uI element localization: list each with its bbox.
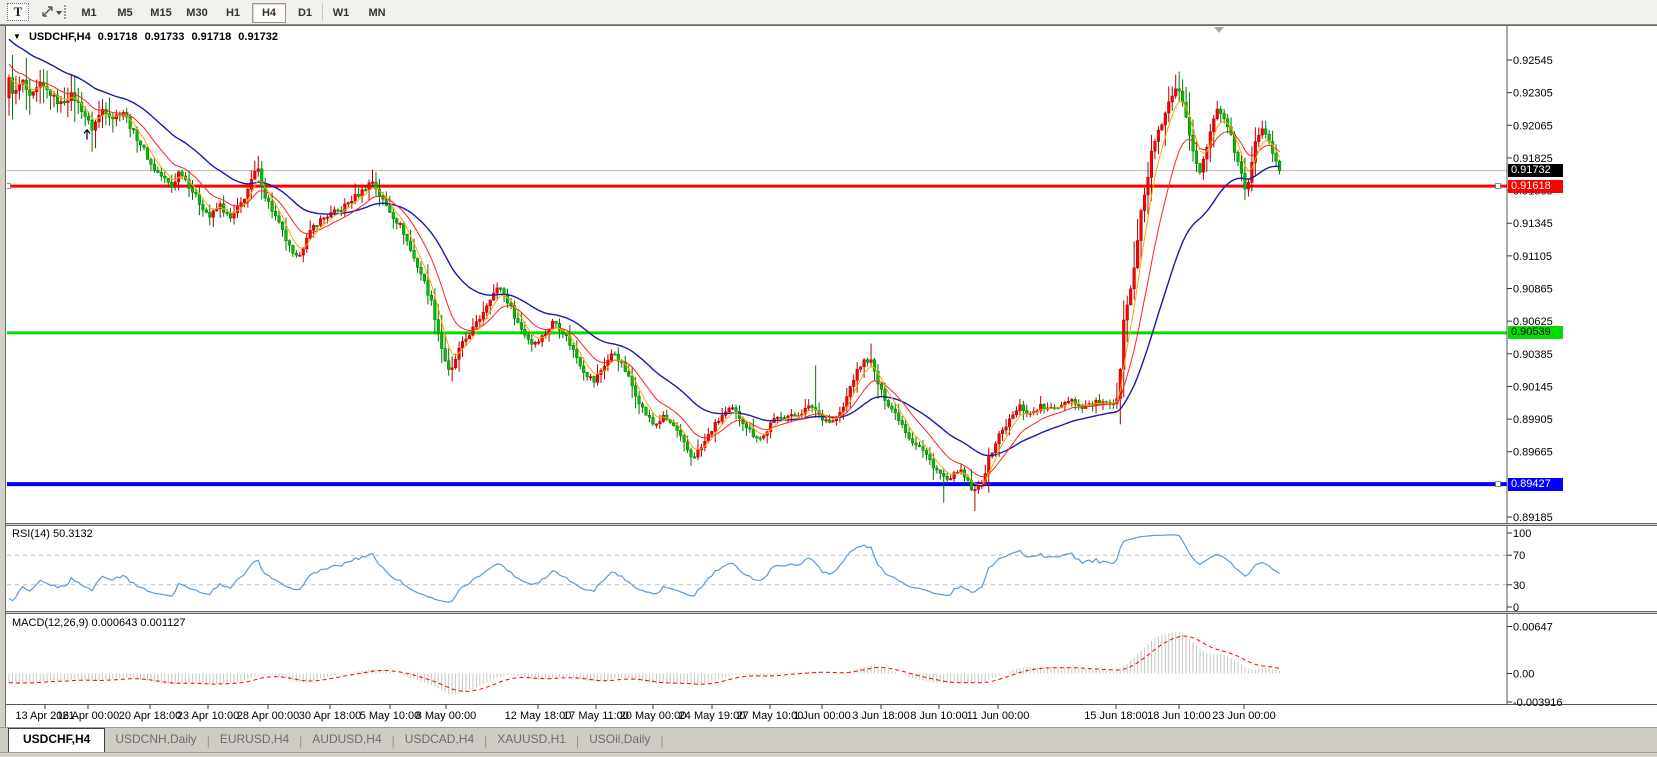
time-tick-label: 28 Apr 00:00	[237, 710, 299, 722]
low-support-price-axis-box: 0.89427	[1508, 478, 1563, 491]
timeframe-button-h4[interactable]: H4	[252, 3, 286, 23]
macd-histogram	[9, 632, 1280, 694]
toolbar-separator	[322, 3, 323, 21]
macd-tick-label: 0.00	[1513, 669, 1534, 681]
time-tick-label: 30 Apr 18:00	[299, 710, 361, 722]
chart-canvas[interactable]: 0.925450.923050.920650.918250.915850.913…	[0, 0, 1657, 757]
timeframe-button-w1[interactable]: W1	[324, 3, 358, 23]
time-tick-label: 20 May 00:00	[620, 710, 687, 722]
macd-pane-label: MACD(12,26,9) 0.000643 0.001127	[12, 617, 185, 629]
trading-terminal: { "toolbar": { "text_tool": "T", "timefr…	[0, 0, 1657, 757]
price-axis-labels: 0.925450.923050.920650.918250.915850.913…	[1507, 55, 1553, 524]
timeframe-button-h1[interactable]: H1	[216, 3, 250, 23]
ohlc-open: 0.91718	[98, 31, 138, 43]
top-toolbar: T M1M5M15M30H1H4D1W1MN	[0, 0, 1657, 25]
price-tick-label: 0.90145	[1513, 381, 1553, 393]
price-tick-label: 0.90865	[1513, 284, 1553, 296]
tab-usdcad-h4[interactable]: USDCAD,H4	[395, 728, 484, 752]
timeframe-button-m15[interactable]: M15	[144, 3, 178, 23]
time-tick-label: 8 May 00:00	[416, 710, 477, 722]
line-handle[interactable]	[6, 184, 11, 189]
ohlc-high: 0.91733	[145, 31, 185, 43]
time-axis-labels: 13 Apr 202116 Apr 00:0020 Apr 18:0023 Ap…	[15, 705, 1275, 722]
up-arrow-marker[interactable]	[84, 130, 90, 140]
rsi-tick-label: 100	[1513, 528, 1531, 540]
time-tick-label: 23 Apr 10:00	[177, 710, 239, 722]
macd-tick-label: 0.00647	[1513, 622, 1553, 634]
line-handle[interactable]	[1496, 184, 1501, 189]
time-tick-label: 15 Jun 18:00	[1084, 710, 1148, 722]
time-tick-label: 11 Jun 00:00	[967, 710, 1030, 722]
time-tick-label: 1 Jun 00:00	[793, 710, 851, 722]
price-tick-label: 0.90385	[1513, 349, 1553, 361]
rsi-tick-label: 30	[1513, 580, 1525, 592]
tab-usdchf-h4[interactable]: USDCHF,H4	[8, 728, 105, 752]
tab-usdcnh-daily[interactable]: USDCNH,Daily	[105, 728, 206, 752]
time-tick-label: 5 May 10:00	[360, 710, 421, 722]
timeframe-button-d1[interactable]: D1	[288, 3, 322, 23]
timeframe-button-m1[interactable]: M1	[72, 3, 106, 23]
price-tick-label: 0.89665	[1513, 447, 1553, 459]
time-tick-label: 23 Jun 00:00	[1212, 710, 1276, 722]
main-price-panel	[6, 39, 1508, 511]
symbol-collapse-icon[interactable]: ▼	[13, 32, 21, 41]
ma-fast-line	[9, 75, 1280, 485]
tab-divider: |	[660, 734, 663, 752]
line-handle[interactable]	[1496, 482, 1501, 487]
rsi-pane-label: RSI(14) 50.3132	[12, 528, 93, 540]
mid-support-price-axis-box: 0.90539	[1508, 326, 1563, 339]
price-tick-label: 0.89185	[1513, 512, 1553, 524]
time-tick-label: 8 Jun 10:00	[910, 710, 968, 722]
timeframe-button-group: M1M5M15M30H1H4D1W1MN	[72, 3, 394, 23]
timeframe-button-m30[interactable]: M30	[180, 3, 214, 23]
macd-signal-line	[9, 636, 1280, 691]
time-tick-label: 12 May 18:00	[505, 710, 572, 722]
text-tool-button[interactable]: T	[7, 3, 29, 21]
rsi-tick-label: 0	[1513, 602, 1519, 614]
price-tick-label: 0.92065	[1513, 120, 1553, 132]
tab-eurusd-h4[interactable]: EURUSD,H4	[210, 728, 299, 752]
toolbar-grip[interactable]	[64, 4, 66, 20]
ma-slow-line	[9, 39, 1280, 455]
time-tick-label: 20 Apr 18:00	[119, 710, 181, 722]
chart-symbol-period: USDCHF,H4	[29, 31, 91, 43]
rsi-panel	[7, 535, 1507, 602]
chart-ohlc-header: ▼ USDCHF,H4 0.91718 0.91733 0.91718 0.91…	[13, 31, 282, 43]
time-tick-label: 3 Jun 18:00	[852, 710, 910, 722]
macd-tick-label: -0.003916	[1513, 697, 1563, 709]
price-tick-label: 0.89905	[1513, 414, 1553, 426]
timeframe-button-mn[interactable]: MN	[360, 3, 394, 23]
tab-audusd-h4[interactable]: AUDUSD,H4	[302, 728, 391, 752]
price-tick-label: 0.91105	[1513, 251, 1552, 263]
resistance-price-axis-box: 0.91618	[1508, 180, 1563, 193]
chevron-down-icon	[56, 11, 62, 15]
time-tick-label: 18 Jun 10:00	[1147, 710, 1211, 722]
ohlc-close: 0.91732	[238, 31, 278, 43]
rsi-tick-label: 70	[1513, 550, 1525, 562]
panel-frame	[0, 26, 1657, 706]
current-price-axis-box: 0.91732	[1508, 164, 1563, 177]
arrow-objects-dropdown-button[interactable]	[36, 3, 66, 21]
time-tick-label: 24 May 19:00	[679, 710, 746, 722]
macd-panel	[9, 632, 1280, 694]
diagonal-arrows-icon	[39, 4, 63, 20]
status-bar	[0, 752, 1657, 757]
price-tick-label: 0.92305	[1513, 88, 1553, 100]
rsi-axis-labels: 100 70 30 0	[1507, 528, 1531, 614]
rsi-line	[9, 535, 1280, 602]
price-tick-label: 0.92545	[1513, 55, 1553, 67]
macd-axis-labels: 0.00647 0.00 -0.003916	[1507, 622, 1563, 709]
price-tick-label: 0.91345	[1513, 218, 1553, 230]
chart-shift-marker[interactable]	[1214, 27, 1224, 33]
ohlc-low: 0.91718	[191, 31, 231, 43]
time-tick-label: 16 Apr 00:00	[57, 710, 119, 722]
ma-mid-line	[9, 64, 1280, 477]
tab-usoil-daily[interactable]: USOil,Daily	[579, 728, 660, 752]
chart-tab-bar: USDCHF,H4USDCNH,Daily|EURUSD,H4|AUDUSD,H…	[0, 727, 1657, 752]
tab-xauusd-h1[interactable]: XAUUSD,H1	[487, 728, 576, 752]
timeframe-button-m5[interactable]: M5	[108, 3, 142, 23]
candlesticks-layer	[8, 55, 1281, 511]
window-left-border	[0, 26, 6, 751]
